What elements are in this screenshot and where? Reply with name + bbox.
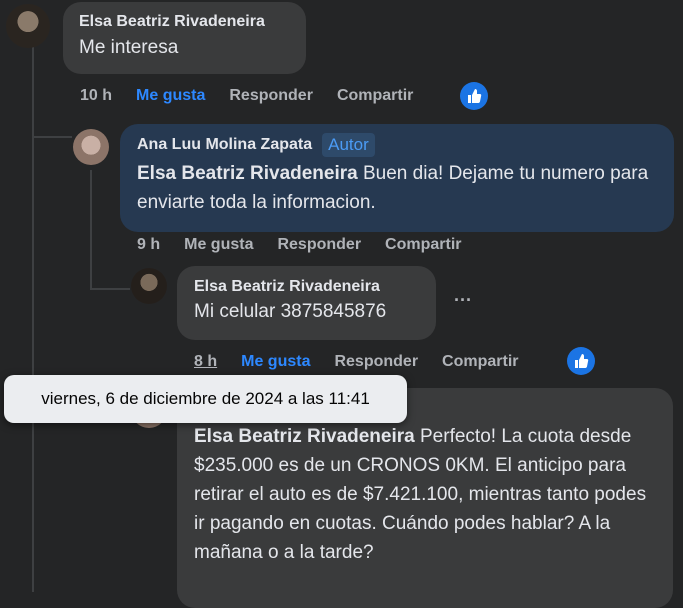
- timestamp-tooltip: viernes, 6 de diciembre de 2024 a las 11…: [4, 375, 407, 423]
- avatar[interactable]: [6, 4, 50, 48]
- share-button[interactable]: Compartir: [337, 87, 413, 105]
- comment-author[interactable]: Elsa Beatriz Rivadeneira: [79, 13, 290, 31]
- more-options-icon[interactable]: ···: [454, 290, 472, 311]
- like-button[interactable]: Me gusta: [136, 87, 205, 105]
- like-button[interactable]: Me gusta: [184, 236, 253, 254]
- like-button[interactable]: Me gusta: [241, 353, 310, 371]
- like-reaction-icon[interactable]: [460, 82, 488, 110]
- comment-actions: 10 h Me gusta Responder Compartir: [80, 87, 429, 105]
- like-reaction-icon[interactable]: [567, 347, 595, 375]
- comment-bubble: Elsa Beatriz Rivadeneira Mi celular 3875…: [177, 266, 436, 340]
- reply-button[interactable]: Responder: [277, 236, 361, 254]
- avatar[interactable]: [131, 268, 167, 304]
- comment-text: Me interesa: [79, 37, 179, 58]
- thread-line-main: [32, 44, 34, 592]
- author-badge: Autor: [322, 133, 375, 157]
- comment-bubble: Ana Luu Molina Zapata Autor Elsa Beatriz…: [120, 124, 674, 232]
- share-button[interactable]: Compartir: [442, 353, 518, 371]
- comment-author: Ana Luu Molina Zapata Autor: [137, 133, 657, 157]
- reply-button[interactable]: Responder: [334, 353, 418, 371]
- reply-button[interactable]: Responder: [229, 87, 313, 105]
- avatar[interactable]: [73, 129, 109, 165]
- comment-text: Mi celular 3875845876: [194, 301, 387, 322]
- comment-author[interactable]: Elsa Beatriz Rivadeneira: [194, 278, 419, 296]
- share-button[interactable]: Compartir: [385, 236, 461, 254]
- thread-line-sub-connector: [90, 288, 130, 290]
- comment-bubble: Elsa Beatriz Rivadeneira Me interesa: [63, 2, 306, 74]
- comment-time[interactable]: 8 h: [194, 353, 217, 371]
- thread-line-sub: [90, 170, 92, 288]
- comment-actions: 9 h Me gusta Responder Compartir: [137, 236, 478, 254]
- comment-time[interactable]: 10 h: [80, 87, 112, 105]
- mention-link[interactable]: Elsa Beatriz Rivadeneira: [194, 426, 415, 447]
- comment-actions: 8 h Me gusta Responder Compartir: [194, 353, 535, 371]
- comment-time[interactable]: 9 h: [137, 236, 160, 254]
- comment-text: Elsa Beatriz Rivadeneira Perfecto! La cu…: [194, 422, 656, 567]
- thread-line-connector: [32, 136, 72, 138]
- comment-text: Elsa Beatriz Rivadeneira Buen dia! Dejam…: [137, 159, 657, 217]
- mention-link[interactable]: Elsa Beatriz Rivadeneira: [137, 163, 358, 184]
- author-name[interactable]: Ana Luu Molina Zapata: [137, 136, 312, 154]
